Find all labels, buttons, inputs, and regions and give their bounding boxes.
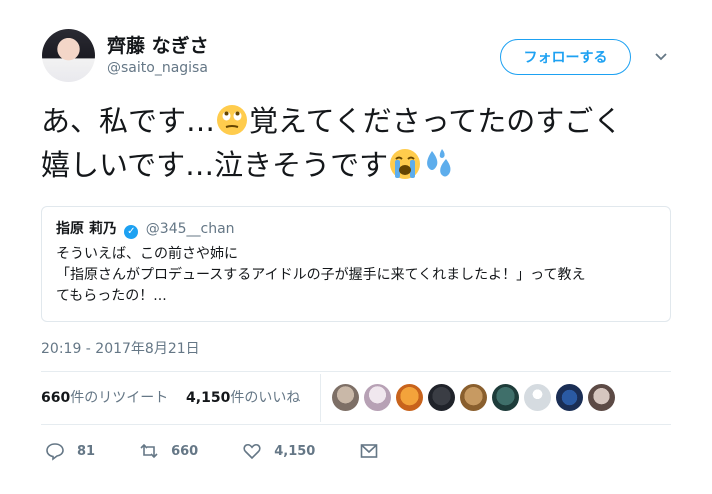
liker-avatar[interactable] xyxy=(556,384,583,411)
like-button[interactable]: 4,150 xyxy=(242,441,315,461)
likers-avatars xyxy=(332,384,620,411)
avatar[interactable] xyxy=(42,29,95,82)
divider xyxy=(41,371,671,372)
reply-button[interactable]: 81 xyxy=(45,441,95,461)
loudly-crying-emoji-icon xyxy=(390,149,421,179)
display-name[interactable]: 齊藤 なぎさ xyxy=(107,31,209,58)
retweet-count: 660 xyxy=(171,443,199,459)
stats-separator xyxy=(320,374,321,422)
chevron-down-icon[interactable] xyxy=(652,47,670,65)
liker-avatar[interactable] xyxy=(588,384,615,411)
heart-icon xyxy=(243,443,261,460)
likes-count: 4,150 xyxy=(186,390,231,406)
retweets-count: 660 xyxy=(41,390,71,406)
retweets-stat[interactable]: 660件のリツイート xyxy=(41,390,168,406)
user-handle[interactable]: @saito_nagisa xyxy=(107,60,208,76)
divider xyxy=(41,424,671,425)
likes-stat[interactable]: 4,150件のいいね xyxy=(186,390,300,406)
reply-count: 81 xyxy=(77,443,96,459)
quote-line: そういえば、この前さや姉に xyxy=(56,246,238,262)
reply-icon xyxy=(46,443,64,461)
quote-body: そういえば、この前さや姉に 「指原さんがプロデュースするアイドルの子が握手に来て… xyxy=(56,244,656,307)
liker-avatar[interactable] xyxy=(428,384,455,411)
tweet-text-line1: あ、私です… xyxy=(41,104,216,138)
action-bar: 81 660 4,150 xyxy=(45,441,435,461)
sweat-droplets-emoji-icon xyxy=(427,149,451,177)
likes-label: 件のいいね xyxy=(230,390,301,406)
tweet-text: あ、私です… 覚えてくださってたのすごく 嬉しいです…泣きそうです xyxy=(41,99,681,187)
liker-avatar[interactable] xyxy=(460,384,487,411)
quoted-tweet[interactable]: 指原 莉乃 ✓ @345__chan そういえば、この前さや姉に 「指原さんがプ… xyxy=(41,206,671,322)
tweet-stats: 660件のリツイート 4,150件のいいね xyxy=(41,387,300,407)
liker-avatar[interactable] xyxy=(396,384,423,411)
retweets-label: 件のリツイート xyxy=(70,390,169,406)
tweet-text-line2: 嬉しいです…泣きそうです xyxy=(41,148,389,182)
timestamp[interactable]: 20:19 - 2017年8月21日 xyxy=(41,338,200,358)
message-button[interactable] xyxy=(359,441,391,461)
like-count: 4,150 xyxy=(274,443,316,459)
liker-avatar[interactable] xyxy=(524,384,551,411)
liker-avatar[interactable] xyxy=(492,384,519,411)
follow-button[interactable]: フォローする xyxy=(500,39,631,75)
quote-line: てもらったの！... xyxy=(56,288,167,304)
liker-avatar[interactable] xyxy=(332,384,359,411)
quote-author-name: 指原 莉乃 xyxy=(56,221,117,237)
tweet-text-line1-after: 覚えてくださってたのすごく xyxy=(249,104,623,138)
envelope-icon xyxy=(361,444,378,458)
quote-author-handle: @345__chan xyxy=(145,221,235,237)
liker-avatar[interactable] xyxy=(364,384,391,411)
quote-line: 「指原さんがプロデュースするアイドルの子が握手に来てくれましたよ！」って教え xyxy=(56,267,586,283)
rolling-eyes-emoji-icon xyxy=(217,105,248,135)
verified-badge-icon: ✓ xyxy=(124,225,139,239)
retweet-button[interactable]: 660 xyxy=(139,441,198,461)
retweet-icon xyxy=(140,443,158,459)
